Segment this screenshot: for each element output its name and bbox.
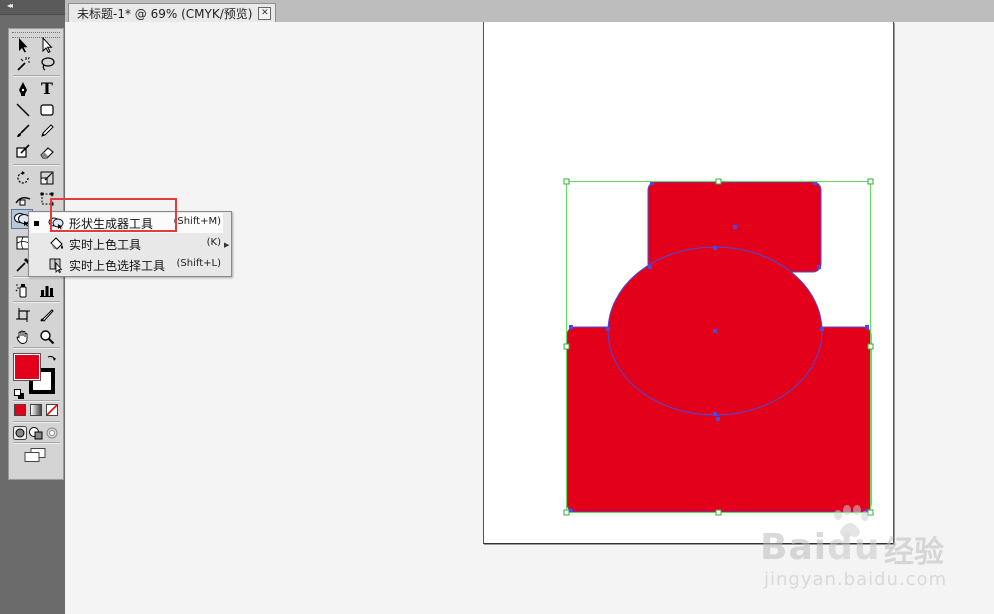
highlight-annotation-box bbox=[50, 198, 177, 232]
toolbar-separator bbox=[13, 164, 60, 166]
document-tab-title: 未标题-1* @ 69% (CMYK/预览) bbox=[77, 7, 253, 21]
artboard[interactable] bbox=[483, 22, 894, 544]
pen-tool-icon[interactable] bbox=[13, 79, 33, 98]
paintbrush-tool-icon[interactable] bbox=[13, 121, 33, 140]
flyout-tearoff-arrow-icon[interactable]: ▶ bbox=[224, 241, 229, 249]
tools-panel-header[interactable]: ◂◂ bbox=[0, 0, 65, 15]
symbol-sprayer-tool-icon[interactable] bbox=[13, 280, 33, 299]
magic-wand-tool-icon[interactable] bbox=[13, 54, 33, 73]
toolbar-separator bbox=[13, 75, 60, 77]
document-tab[interactable]: 未标题-1* @ 69% (CMYK/预览) ✕ bbox=[68, 3, 277, 23]
watermark-brand: Baidu bbox=[760, 527, 881, 568]
live-paint-bucket-icon bbox=[48, 236, 65, 252]
flyout-item-live-paint-bucket[interactable]: 实时上色工具 (K) bbox=[30, 234, 223, 254]
column-graph-tool-icon[interactable] bbox=[37, 280, 57, 299]
toolbar-separator bbox=[13, 421, 60, 423]
line-segment-tool-icon[interactable] bbox=[13, 100, 33, 119]
flyout-item-live-paint-selection[interactable]: 实时上色选择工具 (Shift+L) bbox=[30, 255, 223, 275]
flyout-item-label: 实时上色选择工具 bbox=[69, 259, 166, 273]
scale-tool-icon[interactable] bbox=[37, 168, 57, 187]
tools-panel-dock: ◂◂ T bbox=[0, 0, 65, 614]
artwork bbox=[563, 178, 874, 516]
collapse-icon[interactable]: ◂◂ bbox=[7, 0, 13, 12]
toolbar-separator bbox=[13, 301, 60, 303]
close-icon[interactable]: ✕ bbox=[258, 7, 272, 20]
eraser-tool-icon[interactable] bbox=[37, 142, 57, 161]
watermark-url: jingyan.baidu.com bbox=[764, 569, 948, 590]
flyout-item-label: 实时上色工具 bbox=[69, 238, 142, 252]
lasso-tool-icon[interactable] bbox=[37, 54, 57, 73]
watermark-suffix: 经验 bbox=[884, 535, 944, 570]
type-tool-icon[interactable]: T bbox=[37, 79, 57, 98]
width-tool-icon[interactable] bbox=[13, 189, 33, 208]
draw-normal-icon[interactable] bbox=[13, 425, 27, 440]
pencil-tool-icon[interactable] bbox=[37, 121, 57, 140]
gradient-mode-button[interactable] bbox=[30, 404, 42, 416]
flyout-item-shortcut: (Shift+M) bbox=[173, 216, 221, 227]
selected-bullet-icon bbox=[34, 221, 39, 226]
fill-swatch[interactable] bbox=[13, 353, 41, 381]
toolbar-separator bbox=[13, 347, 60, 349]
zoom-tool-icon[interactable] bbox=[37, 327, 57, 346]
rectangle-tool-icon[interactable] bbox=[37, 100, 57, 119]
document-tab-bar: 未标题-1* @ 69% (CMYK/预览) ✕ bbox=[65, 0, 994, 23]
flyout-item-shortcut: (Shift+L) bbox=[176, 258, 221, 269]
blob-brush-tool-icon[interactable] bbox=[13, 142, 33, 161]
selection-tool-icon[interactable] bbox=[13, 35, 33, 54]
rotate-tool-icon[interactable] bbox=[13, 168, 33, 187]
screen-mode-icon[interactable] bbox=[24, 447, 46, 462]
swap-fill-stroke-icon[interactable] bbox=[46, 351, 58, 363]
slice-tool-icon[interactable] bbox=[37, 305, 57, 324]
draw-inside-icon[interactable] bbox=[45, 425, 59, 439]
toolbar-separator bbox=[13, 400, 60, 402]
hand-tool-icon[interactable] bbox=[13, 327, 33, 346]
flyout-item-shortcut: (K) bbox=[206, 237, 221, 248]
default-fill-stroke-icon[interactable] bbox=[14, 384, 24, 399]
baidu-jingyan-watermark: Baidu 经验 jingyan.baidu.com bbox=[760, 505, 990, 605]
color-mode-button[interactable] bbox=[14, 404, 26, 416]
artboard-tool-icon[interactable] bbox=[13, 305, 33, 324]
none-mode-button[interactable] bbox=[46, 404, 58, 416]
live-paint-selection-icon bbox=[48, 257, 65, 274]
draw-behind-icon[interactable] bbox=[29, 425, 43, 440]
direct-selection-tool-icon[interactable] bbox=[37, 35, 57, 54]
toolbar-separator bbox=[13, 442, 60, 444]
